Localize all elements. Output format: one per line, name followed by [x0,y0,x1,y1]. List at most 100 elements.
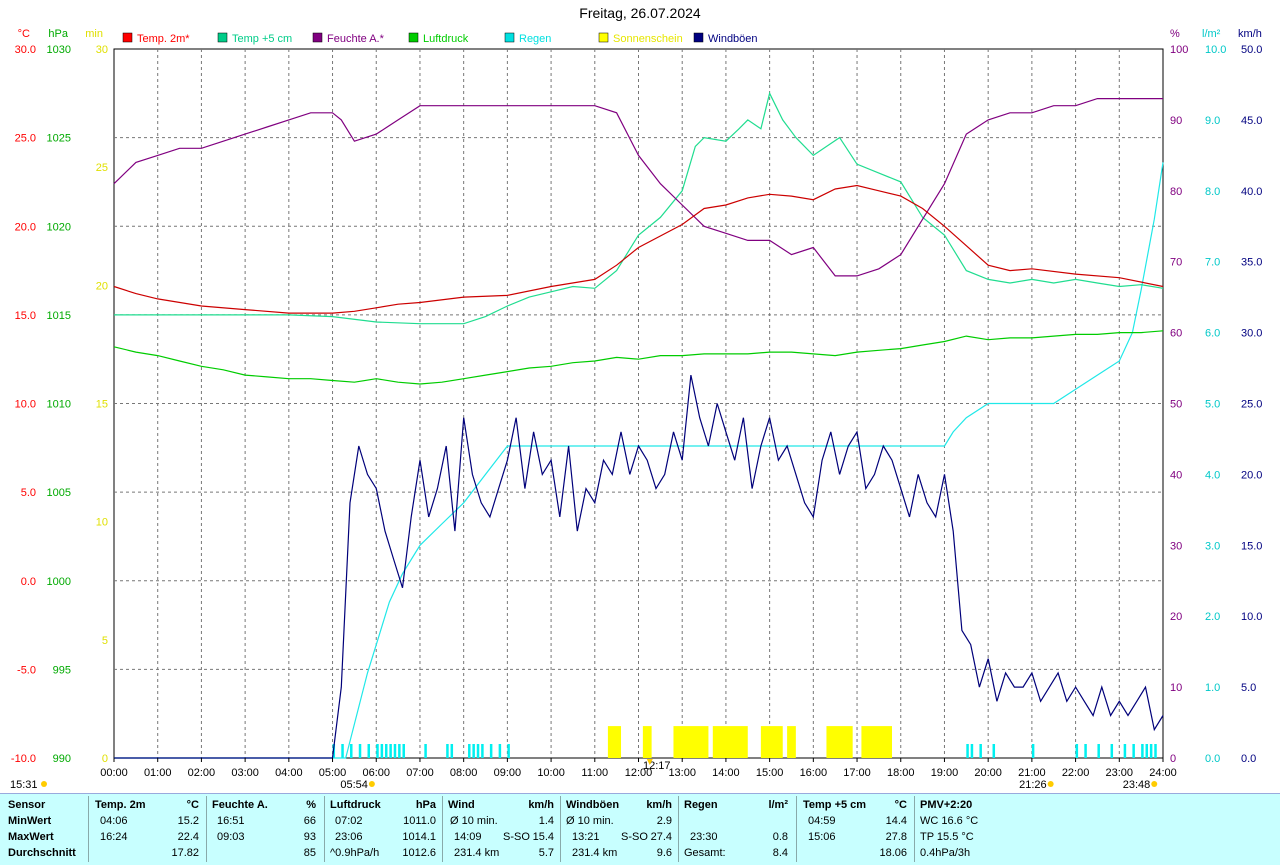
rain-tick-8 [389,744,392,758]
humidity-title: Feuchte A. [212,799,268,811]
x-tick-14: 14:00 [712,767,740,779]
rain-max-time: 23:30 [690,831,718,843]
rain-tick-7 [384,744,388,758]
rain-total-label: Gesamt: [684,847,726,859]
temp-tick-4: 10.0 [15,399,36,411]
pressure-tick-2: 1000 [47,576,71,588]
stats-gusts: Windböen km/h Ø 10 min. 2.9 13:21 S-SO 27.4 … [566,797,676,861]
wind-unit: km/h [528,799,554,811]
temp2m-max: 22.4 [177,831,199,843]
humidity-avg: 85 [303,847,316,859]
annotation-2: 12:17 [643,760,671,772]
pmv-trend: 0.4hPa/3h [920,847,971,859]
sunshine-bar-7 [861,726,893,758]
sunshine-bar-0 [607,726,622,758]
rain-tick-5 [376,744,379,758]
rain-tick-label-1: 1.0 [1205,682,1220,694]
pressure-tick-4: 1010 [47,399,71,411]
rain-tick-label-6: 6.0 [1205,328,1220,340]
pressure-tick-6: 1020 [47,221,71,233]
pressure-tick-7: 1025 [47,133,71,145]
temp5cm-title: Temp +5 cm [803,799,867,811]
gusts-max-time: 13:21 [572,831,600,843]
rain-title: Regen [684,799,718,811]
rain-tick-20 [498,744,502,758]
sun-tick-1: 5 [102,635,108,647]
humidity-unit: % [306,799,316,811]
sun-tick-0: 0 [102,753,108,765]
x-tick-20: 20:00 [974,767,1002,779]
wind-avg: 5.7 [538,847,554,859]
temp-tick-5: 15.0 [15,310,36,322]
rain-tick-label-2: 2.0 [1205,611,1220,623]
x-tick-19: 19:00 [931,767,959,779]
pressure-tick-5: 1015 [47,310,71,322]
temp-tick-8: 30.0 [15,44,36,56]
humidity-tick-10: 100 [1170,44,1188,56]
pressure-tick-8: 1030 [47,44,71,56]
stats-row-labels: Sensor MinWert MaxWert Durchschnitt [8,797,88,861]
pressure-tick-1: 995 [53,664,71,676]
stats-pmv: PMV+2:20 WC 16.6 °C TP 15.5 °C 0.4hPa/3h [920,797,1020,861]
humidity-tick-0: 0 [1170,753,1176,765]
rain-tick-30 [1110,744,1114,758]
rain-tick-label-5: 5.0 [1205,399,1220,411]
sun-tick-3: 15 [96,399,108,411]
legend-swatch-1 [217,32,228,43]
temp-tick-0: -10.0 [11,753,36,765]
rain-tick-18 [481,744,484,758]
temp-tick-1: -5.0 [17,664,36,676]
temp5cm-min: 14.4 [885,815,907,827]
temp5cm-min-time: 04:59 [808,815,836,827]
temp2m-max-time: 16:24 [100,831,128,843]
wind-distance: 231.4 km [454,847,500,859]
sun-tick-5: 25 [96,162,108,174]
legend-swatch-3 [408,32,419,43]
gusts-min-label: Ø 10 min. [566,815,614,827]
legend-label-5: Sonnenschein [613,33,683,45]
rain-tick-15 [468,744,471,758]
temp2m-title: Temp. 2m [95,799,146,811]
stats-panel: Sensor MinWert MaxWert Durchschnitt Temp… [0,793,1280,865]
sun-marker-0 [41,781,47,787]
rain-tick-29 [1097,744,1100,758]
legend-label-6: Windböen [708,33,758,45]
humidity-tick-8: 80 [1170,186,1182,198]
rain-tick-31 [1123,744,1127,758]
wind-tick-0: 0.0 [1241,753,1256,765]
weather-chart: -10.0 -5.0 0.0 5.0 10.0 15.0 20.0 25.0 30.0 990 99… [10,28,1262,791]
x-tick-6: 06:00 [362,767,390,779]
sunshine-bar-3 [712,726,748,758]
x-tick-9: 09:00 [494,767,522,779]
rain-tick-17 [476,744,480,758]
rain-tick-32 [1132,744,1135,758]
rain-tick-25 [992,744,996,758]
pressure-max: 1014.1 [402,831,436,843]
humidity-tick-5: 50 [1170,399,1182,411]
x-tick-2: 02:00 [188,767,216,779]
rain-tick-10 [398,744,401,758]
pmv-tp: TP 15.5 °C [920,831,974,843]
wind-title: Wind [448,799,475,811]
sun-tick-6: 30 [96,44,108,56]
sun-unit: min [85,28,103,40]
label-sensor: Sensor [8,799,46,811]
legend-swatch-0 [122,32,133,43]
humidity-tick-3: 30 [1170,540,1182,552]
x-tick-23: 23:00 [1106,767,1134,779]
wind-max-dir: S-SO [503,831,530,843]
wind-max: 15.4 [532,831,554,843]
pressure-unit: hPa [415,799,436,811]
wind-tick-1: 5.0 [1241,682,1256,694]
x-tick-11: 11:00 [581,767,608,779]
rain-tick-2 [350,744,353,758]
legend-label-1: Temp +5 cm [232,33,292,45]
x-tick-22: 22:00 [1062,767,1090,779]
temp5cm-avg: 18.06 [879,847,907,859]
pressure-min-time: 07:02 [335,815,363,827]
x-tick-17: 17:00 [843,767,871,779]
x-tick-3: 03:00 [231,767,259,779]
pmv-wc: WC 16.6 °C [920,815,979,827]
rain-tick-label-0: 0.0 [1205,753,1220,765]
stats-humidity: Feuchte A.% 16:51 66 09:03 93 85 [212,797,320,861]
